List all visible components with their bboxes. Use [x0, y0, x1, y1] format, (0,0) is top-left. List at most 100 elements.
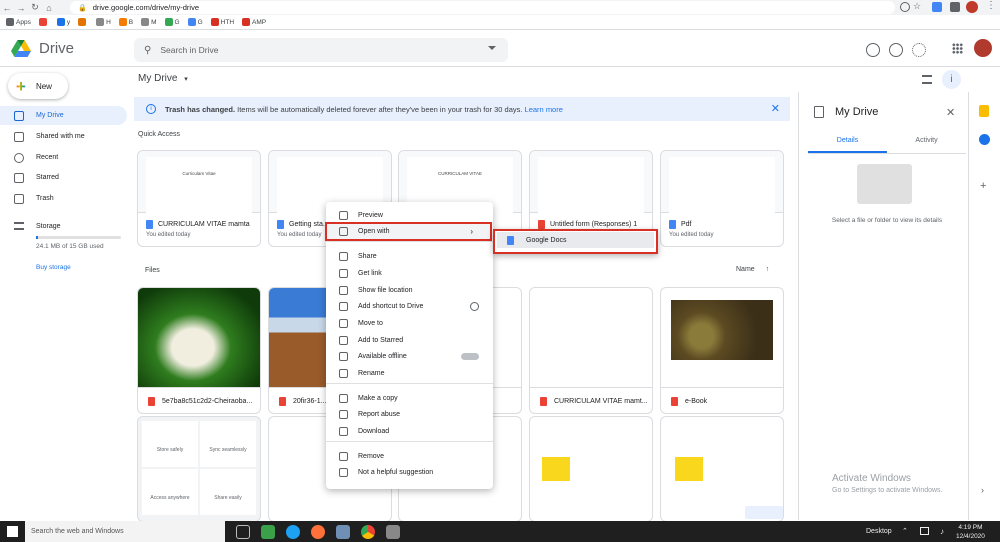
menu-item-download[interactable]: Download [326, 423, 493, 439]
bookmark-item[interactable]: HTH [210, 18, 234, 26]
volume-icon[interactable]: ♪ [940, 527, 944, 536]
close-icon[interactable]: ✕ [771, 102, 780, 115]
sidebar-item-starred[interactable]: Starred [0, 168, 127, 187]
sidebar-item-my-drive[interactable]: My Drive [0, 106, 127, 125]
puzzle-icon[interactable] [950, 2, 960, 12]
menu-dots-icon[interactable]: ⋮ [986, 0, 996, 11]
bookmark-item[interactable]: H [96, 18, 111, 26]
menu-item-report-abuse[interactable]: Report abuse [326, 406, 493, 422]
menu-item-remove[interactable]: Remove [326, 448, 493, 464]
menu-item-move-to[interactable]: Move to [326, 315, 493, 331]
info-circle-icon: i [146, 104, 156, 114]
task-view-icon[interactable] [236, 524, 250, 539]
drive-logo[interactable]: Drive [11, 40, 74, 57]
quick-access-card[interactable]: Pdf You edited today [660, 150, 784, 247]
reload-icon[interactable]: ↻ [28, 2, 42, 13]
network-icon[interactable] [920, 527, 929, 535]
tray-arrow-icon[interactable]: ⌃ [902, 527, 908, 535]
menu-item-show-file-location[interactable]: Show file location [326, 282, 493, 298]
menu-item-share[interactable]: Share [326, 248, 493, 264]
quick-access-card[interactable]: Curriculam Vitae CURRICULAM VITAE mamta Yo… [137, 150, 261, 247]
account-avatar[interactable] [974, 39, 992, 57]
menu-item-label: Preview [358, 211, 383, 219]
menu-item-add-shortcut-to-drive[interactable]: Add shortcut to Drive [326, 298, 493, 314]
bookmark-item[interactable]: G [187, 18, 203, 26]
sidebar-item-recent[interactable]: Recent [0, 148, 127, 167]
file-card[interactable]: 5e7ba8c51c2d2-Cheiraoba... [137, 287, 261, 414]
menu-item-not-a-helpful-suggestion[interactable]: Not a helpful suggestion [326, 464, 493, 480]
tray-widget-icon[interactable] [745, 506, 783, 519]
pdf-icon [671, 397, 678, 406]
tasks-icon[interactable] [979, 134, 990, 145]
offline-toggle[interactable] [461, 352, 479, 360]
search-options-icon[interactable] [488, 46, 496, 50]
bookmark-item[interactable] [78, 18, 88, 26]
apps-grid-icon[interactable] [952, 43, 963, 54]
add-icon[interactable]: + [980, 180, 986, 192]
file-card-row3-4[interactable] [529, 416, 653, 522]
browser-nav: ← → ↻ ⌂ 🔒 drive.google.com/drive/my-driv… [0, 0, 1000, 15]
offline-check-icon[interactable] [866, 43, 880, 57]
banner-bold: Trash has changed. [165, 104, 236, 114]
file-card-row3-1[interactable]: Store safely Sync seamlessly Access anyw… [137, 416, 261, 522]
sort-name-button[interactable]: Name ↑ [736, 266, 769, 273]
list-view-icon[interactable] [922, 75, 932, 84]
menu-item-rename[interactable]: Rename [326, 365, 493, 381]
search-icon: ⚲ [144, 44, 152, 56]
search-input[interactable]: ⚲ Search in Drive [134, 38, 508, 62]
menu-item-label: Move to [358, 319, 383, 327]
app-icon-gray[interactable] [386, 524, 400, 539]
tab-details[interactable]: Details [808, 132, 887, 153]
bookmark-item[interactable]: M [141, 18, 157, 26]
menu-item-get-link[interactable]: Get link [326, 265, 493, 281]
clock[interactable]: 4:19 PM 12/4/2020 [956, 523, 985, 541]
bookmark-item[interactable]: G [164, 18, 180, 26]
copy-icon [339, 393, 348, 403]
bookmark-item[interactable] [38, 18, 49, 26]
close-panel-icon[interactable]: ✕ [946, 106, 955, 119]
app-icon-green[interactable] [261, 524, 275, 539]
keep-icon[interactable] [979, 105, 989, 117]
tab-activity[interactable]: Activity [887, 132, 966, 153]
translate-icon[interactable] [932, 2, 942, 12]
address-bar[interactable]: 🔒 drive.google.com/drive/my-drive [70, 1, 895, 14]
buy-storage-link[interactable]: Buy storage [36, 264, 124, 271]
sidebar-item-trash[interactable]: Trash [0, 189, 127, 208]
info-icon[interactable]: i [942, 70, 961, 89]
menu-item-google-docs[interactable]: Google Docs [497, 232, 654, 248]
chrome-icon[interactable] [361, 524, 375, 539]
home-icon[interactable]: ⌂ [42, 3, 56, 13]
forward-icon[interactable]: → [14, 3, 28, 13]
menu-item-add-to-starred[interactable]: Add to Starred [326, 332, 493, 348]
edge-icon[interactable] [286, 524, 300, 539]
star-bookmark-icon[interactable]: ☆ [913, 1, 921, 12]
new-button[interactable]: + New [8, 73, 68, 99]
desktop-label[interactable]: Desktop [866, 528, 892, 535]
settings-icon[interactable] [912, 43, 926, 57]
bookmark-item[interactable]: B [118, 18, 133, 26]
back-icon[interactable]: ← [0, 3, 14, 13]
bookmark-item[interactable]: AMP [242, 18, 266, 26]
app-icon-blue[interactable] [336, 524, 350, 539]
help-icon[interactable] [889, 43, 903, 57]
extensions-icon[interactable] [900, 2, 910, 12]
file-card[interactable]: CURRICULAM VITAE mamt... [529, 287, 653, 414]
menu-item-preview[interactable]: Preview [326, 207, 493, 223]
learn-more-link[interactable]: Learn more [525, 105, 563, 114]
file-card[interactable]: e-Book [660, 287, 784, 414]
page-title[interactable]: My Drive ▾ [138, 73, 188, 84]
storage-section: Storage 24.1 MB of 15 GB used Buy storag… [14, 222, 124, 271]
profile-avatar[interactable] [966, 1, 978, 13]
menu-item-make-a-copy[interactable]: Make a copy [326, 390, 493, 406]
taskbar-search-input[interactable]: Search the web and Windows [25, 521, 225, 542]
menu-item-available-offline[interactable]: Available offline [326, 348, 493, 364]
firefox-icon[interactable] [311, 524, 325, 539]
bookmark-item[interactable]: y [56, 18, 70, 26]
help-circle-icon[interactable] [470, 301, 479, 311]
people-icon [14, 131, 24, 142]
clock-icon [14, 152, 24, 163]
bookmark-item[interactable]: Apps [6, 18, 31, 26]
windows-start-icon[interactable] [7, 526, 18, 537]
sidebar-item-shared-with-me[interactable]: Shared with me [0, 127, 127, 146]
chevron-right-icon[interactable]: › [981, 485, 984, 495]
